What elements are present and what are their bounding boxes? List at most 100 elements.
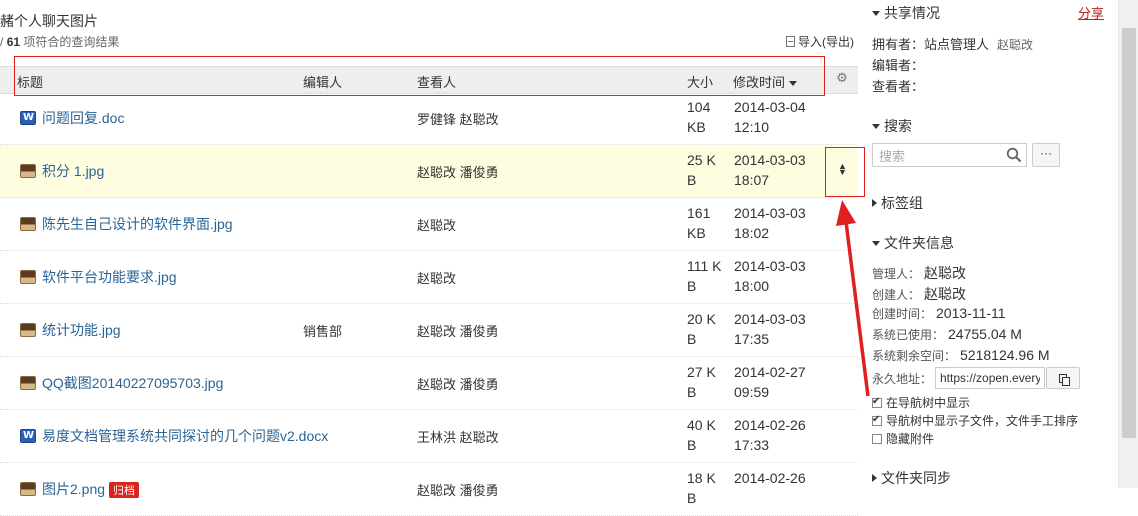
image-file-icon [20,164,36,178]
file-modified-time: 2014-03-04 12:10 [734,99,806,135]
result-prefix: / [0,35,4,49]
image-file-icon [20,217,36,231]
folder-sync-heading: 文件夹同步 [881,470,951,486]
file-title-link[interactable]: 图片2.png 归档 [42,479,140,499]
file-title-text: 软件平台功能要求.jpg [42,269,177,285]
show-subfiles-checkbox-row[interactable]: 导航树中显示子文件，文件手工排序 [872,412,1078,429]
vertical-scrollbar[interactable] [1118,0,1138,488]
viewers-row: 查看者： [872,76,924,95]
word-doc-icon [20,111,36,125]
file-size: 20 KB [687,311,716,347]
file-size: 27 KB [687,364,716,400]
caret-down-icon [872,10,880,16]
table-row[interactable]: 陈先生自己设计的软件界面.jpg 赵聪改 161 KB 2014-03-03 18:0… [0,198,858,251]
show-in-nav-checkbox[interactable] [872,396,882,408]
table-row[interactable]: 图片2.png 归档 赵聪改 潘俊勇 18 KB 2014-02-26 [0,463,858,516]
caret-down-icon [872,123,880,129]
sharing-section-toggle[interactable]: 共享情况 [872,3,940,23]
remaining-space-row: 系统剩余空间： 5218124.96 M [872,347,1050,364]
word-doc-icon [20,429,36,443]
search-input[interactable] [877,145,1006,167]
creator-row: 创建人： 赵聪改 [872,284,966,304]
manager-label: 管理人： [872,267,921,281]
editors-label: 编辑者： [872,58,925,73]
table-row[interactable]: QQ截图20140227095703.jpg 赵聪改 潘俊勇 27 KB 2014-0… [0,357,858,410]
search-heading: 搜索 [884,118,912,134]
used-space-value: 24755.04 M [948,326,1022,342]
file-title-link[interactable]: QQ截图20140227095703.jpg [42,373,223,393]
table-row[interactable]: 问题回复.doc 罗健锋 赵聪改 104 KB 2014-03-04 12:10 [0,92,858,145]
file-editor: 销售部 [303,324,343,339]
file-modified-time: 2014-02-26 17:33 [734,417,806,453]
table-row[interactable]: 易度文档管理系统共同探讨的几个问题v2.docx 王林洪 赵聪改 40 KB 2014… [0,410,858,463]
search-more-button[interactable]: ··· [1032,143,1060,167]
permalink-row: 永久地址： [872,370,932,387]
owner-value: 站点管理人 [924,37,990,52]
owner-label: 拥有者： [872,37,925,52]
file-title-text: 陈先生自己设计的软件界面.jpg [42,216,233,232]
file-title-link[interactable]: 积分 1.jpg [42,161,104,181]
file-title-text: QQ截图20140227095703.jpg [42,375,224,391]
caret-down-icon [872,240,880,246]
editors-row: 编辑者： [872,55,924,74]
status-badge: 归档 [109,482,140,499]
table-row[interactable]: 软件平台功能要求.jpg 赵聪改 111 KB 2014-03-03 18:00 [0,251,858,304]
file-size: 111 KB [687,258,722,294]
page-title: 赭个人聊天图片 [0,13,98,29]
hide-attachments-checkbox[interactable] [872,433,882,444]
file-title-text: 问题回复.doc [42,110,125,126]
file-title-link[interactable]: 问题回复.doc [42,108,124,128]
column-settings-gear-icon[interactable]: ⚙ [835,71,849,85]
file-size: 18 KB [687,470,716,506]
annotation-box-header [14,56,825,96]
owner-extra: 赵聪改 [997,38,1034,52]
file-viewers: 王林洪 赵聪改 [417,430,499,445]
show-subfiles-checkbox[interactable] [872,414,882,426]
copy-link-button[interactable] [1046,367,1080,389]
viewers-label: 查看者： [872,79,925,94]
manager-row: 管理人： 赵聪改 [872,263,966,283]
result-count: / 61 项符合的查询结果 [0,33,119,50]
remaining-space-label: 系统剩余空间： [872,349,957,363]
file-title-text: 统计功能.jpg [42,322,121,338]
file-size: 161 KB [687,205,711,241]
folder-info-heading: 文件夹信息 [884,235,954,251]
file-viewers: 赵聪改 [417,218,457,233]
file-viewers: 赵聪改 潘俊勇 [417,483,499,498]
result-count-number: 61 [6,35,21,49]
folder-sync-section-toggle[interactable]: 文件夹同步 [872,468,951,488]
table-row[interactable]: 积分 1.jpg 赵聪改 潘俊勇 25 KB 2014-03-03 18:07 ▲ ▼ [0,145,858,198]
tag-group-section-toggle[interactable]: 标签组 [872,193,923,213]
table-row[interactable]: 统计功能.jpg 销售部 赵聪改 潘俊勇 20 KB 2014-03-03 17:35 [0,304,858,357]
share-link[interactable]: 分享 [1078,3,1104,22]
side-panel: 共享情况 分享 拥有者：站点管理人赵聪改 编辑者： 查看者： 搜索 ··· 标签… [870,0,1116,488]
manager-value: 赵聪改 [924,265,967,281]
file-title-link[interactable]: 易度文档管理系统共同探讨的几个问题v2.docx [42,426,328,446]
search-section-toggle[interactable]: 搜索 [872,116,912,136]
file-size: 40 KB [687,417,716,453]
owner-row: 拥有者：站点管理人 赵聪改 [872,34,1033,53]
file-viewers: 赵聪改 潘俊勇 [417,377,499,392]
show-in-nav-checkbox-row[interactable]: 在导航树中显示 [872,394,970,411]
folder-info-section-toggle[interactable]: 文件夹信息 [872,233,954,253]
caret-right-icon [872,199,877,207]
image-file-icon [20,376,36,390]
file-modified-time: 2014-02-26 [734,470,806,486]
import-export-link[interactable]: 导入(导出) [786,33,854,50]
file-title-link[interactable]: 陈先生自己设计的软件界面.jpg [42,214,233,234]
image-file-icon [20,270,36,284]
file-viewers: 赵聪改 [417,271,457,286]
image-file-icon [20,482,36,496]
file-title-link[interactable]: 软件平台功能要求.jpg [42,267,177,287]
search-icon[interactable] [1006,147,1022,163]
hide-attachments-checkbox-row[interactable]: 隐藏附件 [872,430,934,447]
file-title-link[interactable]: 统计功能.jpg [42,320,121,340]
created-time-row: 创建时间： 2013-11-11 [872,305,1006,322]
permalink-field[interactable] [935,367,1045,389]
scrollbar-thumb[interactable] [1122,28,1136,438]
search-box [872,143,1027,167]
caret-right-icon [872,474,877,482]
creator-label: 创建人： [872,288,921,302]
file-title-text: 易度文档管理系统共同探讨的几个问题v2.docx [42,428,329,444]
image-file-icon [20,323,36,337]
